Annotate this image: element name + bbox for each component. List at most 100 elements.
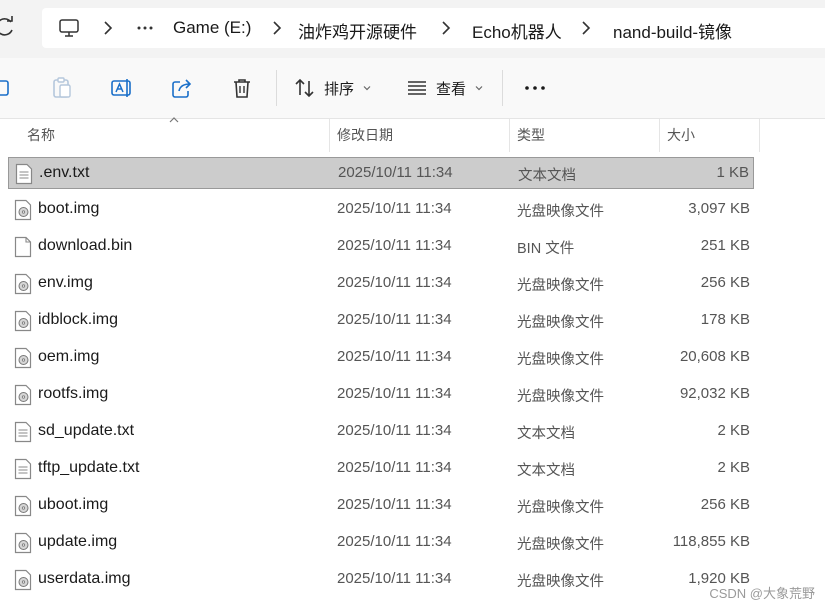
file-row[interactable]: idblock.img 2025/10/11 11:34 光盘映像文件 178 KB [8, 305, 754, 337]
disc-image-file-icon [14, 384, 32, 406]
file-size: 92,032 KB [679, 385, 750, 402]
disc-image-file-icon [14, 495, 32, 517]
toolbar-divider [502, 70, 503, 106]
column-header-date[interactable]: 修改日期 [337, 125, 393, 145]
chevron-right-icon[interactable] [271, 20, 283, 36]
paste-icon[interactable] [50, 76, 74, 100]
disc-image-file-icon [14, 569, 32, 591]
file-row[interactable]: boot.img 2025/10/11 11:34 光盘映像文件 3,097 KB [8, 194, 754, 226]
file-modified-date: 2025/10/11 11:34 [337, 459, 452, 476]
disc-image-file-icon [14, 199, 32, 221]
file-modified-date: 2025/10/11 11:34 [337, 533, 452, 550]
sort-icon [295, 78, 314, 98]
column-divider[interactable] [329, 118, 330, 152]
file-name: oem.img [38, 348, 100, 365]
sort-ascending-icon [169, 117, 179, 123]
more-options-icon[interactable] [523, 76, 547, 100]
chevron-down-icon [363, 86, 371, 91]
file-type: 光盘映像文件 [517, 315, 604, 331]
file-type: 光盘映像文件 [517, 500, 604, 516]
view-label: 查看 [436, 80, 467, 98]
file-modified-date: 2025/10/11 11:34 [337, 385, 452, 402]
address-bar[interactable]: Game (E:) 油炸鸡开源硬件 Echo机器人 nand-build-镜像 [42, 8, 825, 48]
file-name: idblock.img [38, 311, 119, 328]
toolbar-divider [276, 70, 277, 106]
view-button[interactable]: 查看 [406, 76, 484, 100]
column-header-row: 名称 修改日期 类型 大小 [0, 117, 825, 152]
more-icon[interactable] [134, 17, 156, 39]
text-file-icon [14, 421, 32, 443]
file-modified-date: 2025/10/11 11:34 [337, 311, 452, 328]
file-type: 光盘映像文件 [517, 352, 604, 368]
file-row[interactable]: userdata.img 2025/10/11 11:34 光盘映像文件 1,920 … [8, 564, 754, 596]
file-type: 光盘映像文件 [517, 537, 604, 553]
column-divider[interactable] [759, 118, 760, 152]
file-type: 文本文档 [517, 463, 575, 479]
file-type: 光盘映像文件 [517, 278, 604, 294]
text-file-icon [15, 163, 33, 185]
chevron-down-icon [475, 86, 483, 91]
file-row[interactable]: uboot.img 2025/10/11 11:34 光盘映像文件 256 KB [8, 490, 754, 522]
computer-icon[interactable] [58, 17, 80, 39]
breadcrumb-folder-2[interactable]: Echo机器人 [472, 18, 562, 43]
file-type: 文本文档 [518, 168, 576, 184]
breadcrumb-current[interactable]: nand-build-镜像 [613, 18, 732, 43]
file-size: 256 KB [700, 496, 750, 513]
disc-image-file-icon [14, 532, 32, 554]
file-modified-date: 2025/10/11 11:34 [337, 200, 452, 217]
breadcrumb-drive[interactable]: Game (E:) [173, 18, 251, 38]
delete-icon[interactable] [230, 76, 254, 100]
file-name: update.img [38, 533, 118, 550]
file-modified-date: 2025/10/11 11:34 [337, 348, 452, 365]
file-name: uboot.img [38, 496, 109, 513]
chevron-right-icon[interactable] [440, 20, 452, 36]
file-name: sd_update.txt [38, 422, 135, 439]
file-type: 光盘映像文件 [517, 574, 604, 590]
file-size: 251 KB [700, 237, 750, 254]
sort-button[interactable]: 排序 [294, 76, 372, 100]
column-divider[interactable] [509, 118, 510, 152]
share-icon[interactable] [170, 76, 194, 100]
file-row[interactable]: update.img 2025/10/11 11:34 光盘映像文件 118,855 … [8, 527, 754, 559]
file-modified-date: 2025/10/11 11:34 [337, 274, 452, 291]
file-name: .env.txt [39, 164, 90, 181]
file-row[interactable]: .env.txt 2025/10/11 11:34 文本文档 1 KB [8, 157, 754, 189]
column-header-type[interactable]: 类型 [517, 125, 545, 145]
sort-label: 排序 [324, 80, 355, 98]
disc-image-file-icon [14, 310, 32, 332]
file-row[interactable]: tftp_update.txt 2025/10/11 11:34 文本文档 2 KB [8, 453, 754, 485]
file-size: 178 KB [700, 311, 750, 328]
file-row[interactable]: sd_update.txt 2025/10/11 11:34 文本文档 2 KB [8, 416, 754, 448]
file-name: env.img [38, 274, 93, 291]
chevron-right-icon[interactable] [580, 20, 592, 36]
file-modified-date: 2025/10/11 11:34 [337, 570, 452, 587]
column-header-name[interactable]: 名称 [27, 125, 55, 145]
file-size: 20,608 KB [679, 348, 750, 365]
text-file-icon [14, 458, 32, 480]
view-list-icon [408, 81, 426, 95]
column-header-size[interactable]: 大小 [667, 125, 695, 145]
copy-icon[interactable] [0, 76, 16, 100]
breadcrumb-folder-1[interactable]: 油炸鸡开源硬件 [298, 18, 417, 43]
watermark: CSDN @大象荒野 [709, 586, 815, 601]
file-modified-date: 2025/10/11 11:34 [337, 422, 452, 439]
file-size: 1 KB [716, 164, 749, 181]
chevron-right-icon[interactable] [102, 20, 114, 36]
file-row[interactable]: download.bin 2025/10/11 11:34 BIN 文件 251 KB [8, 231, 754, 263]
file-row[interactable]: env.img 2025/10/11 11:34 光盘映像文件 256 KB [8, 268, 754, 300]
refresh-icon[interactable] [0, 16, 16, 38]
file-row[interactable]: rootfs.img 2025/10/11 11:34 光盘映像文件 92,032 K… [8, 379, 754, 411]
file-name: tftp_update.txt [38, 459, 140, 476]
column-divider[interactable] [659, 118, 660, 152]
file-size: 118,855 KB [672, 533, 750, 550]
command-bar: 排序 查看 [0, 58, 825, 119]
file-name: userdata.img [38, 570, 131, 587]
file-row[interactable]: oem.img 2025/10/11 11:34 光盘映像文件 20,608 KB [8, 342, 754, 374]
file-type: 文本文档 [517, 426, 575, 442]
file-modified-date: 2025/10/11 11:34 [337, 496, 452, 513]
file-type: 光盘映像文件 [517, 389, 604, 405]
file-name: boot.img [38, 200, 100, 217]
rename-icon[interactable] [110, 76, 134, 100]
address-area: Game (E:) 油炸鸡开源硬件 Echo机器人 nand-build-镜像 [0, 0, 825, 58]
file-type: 光盘映像文件 [517, 204, 604, 220]
